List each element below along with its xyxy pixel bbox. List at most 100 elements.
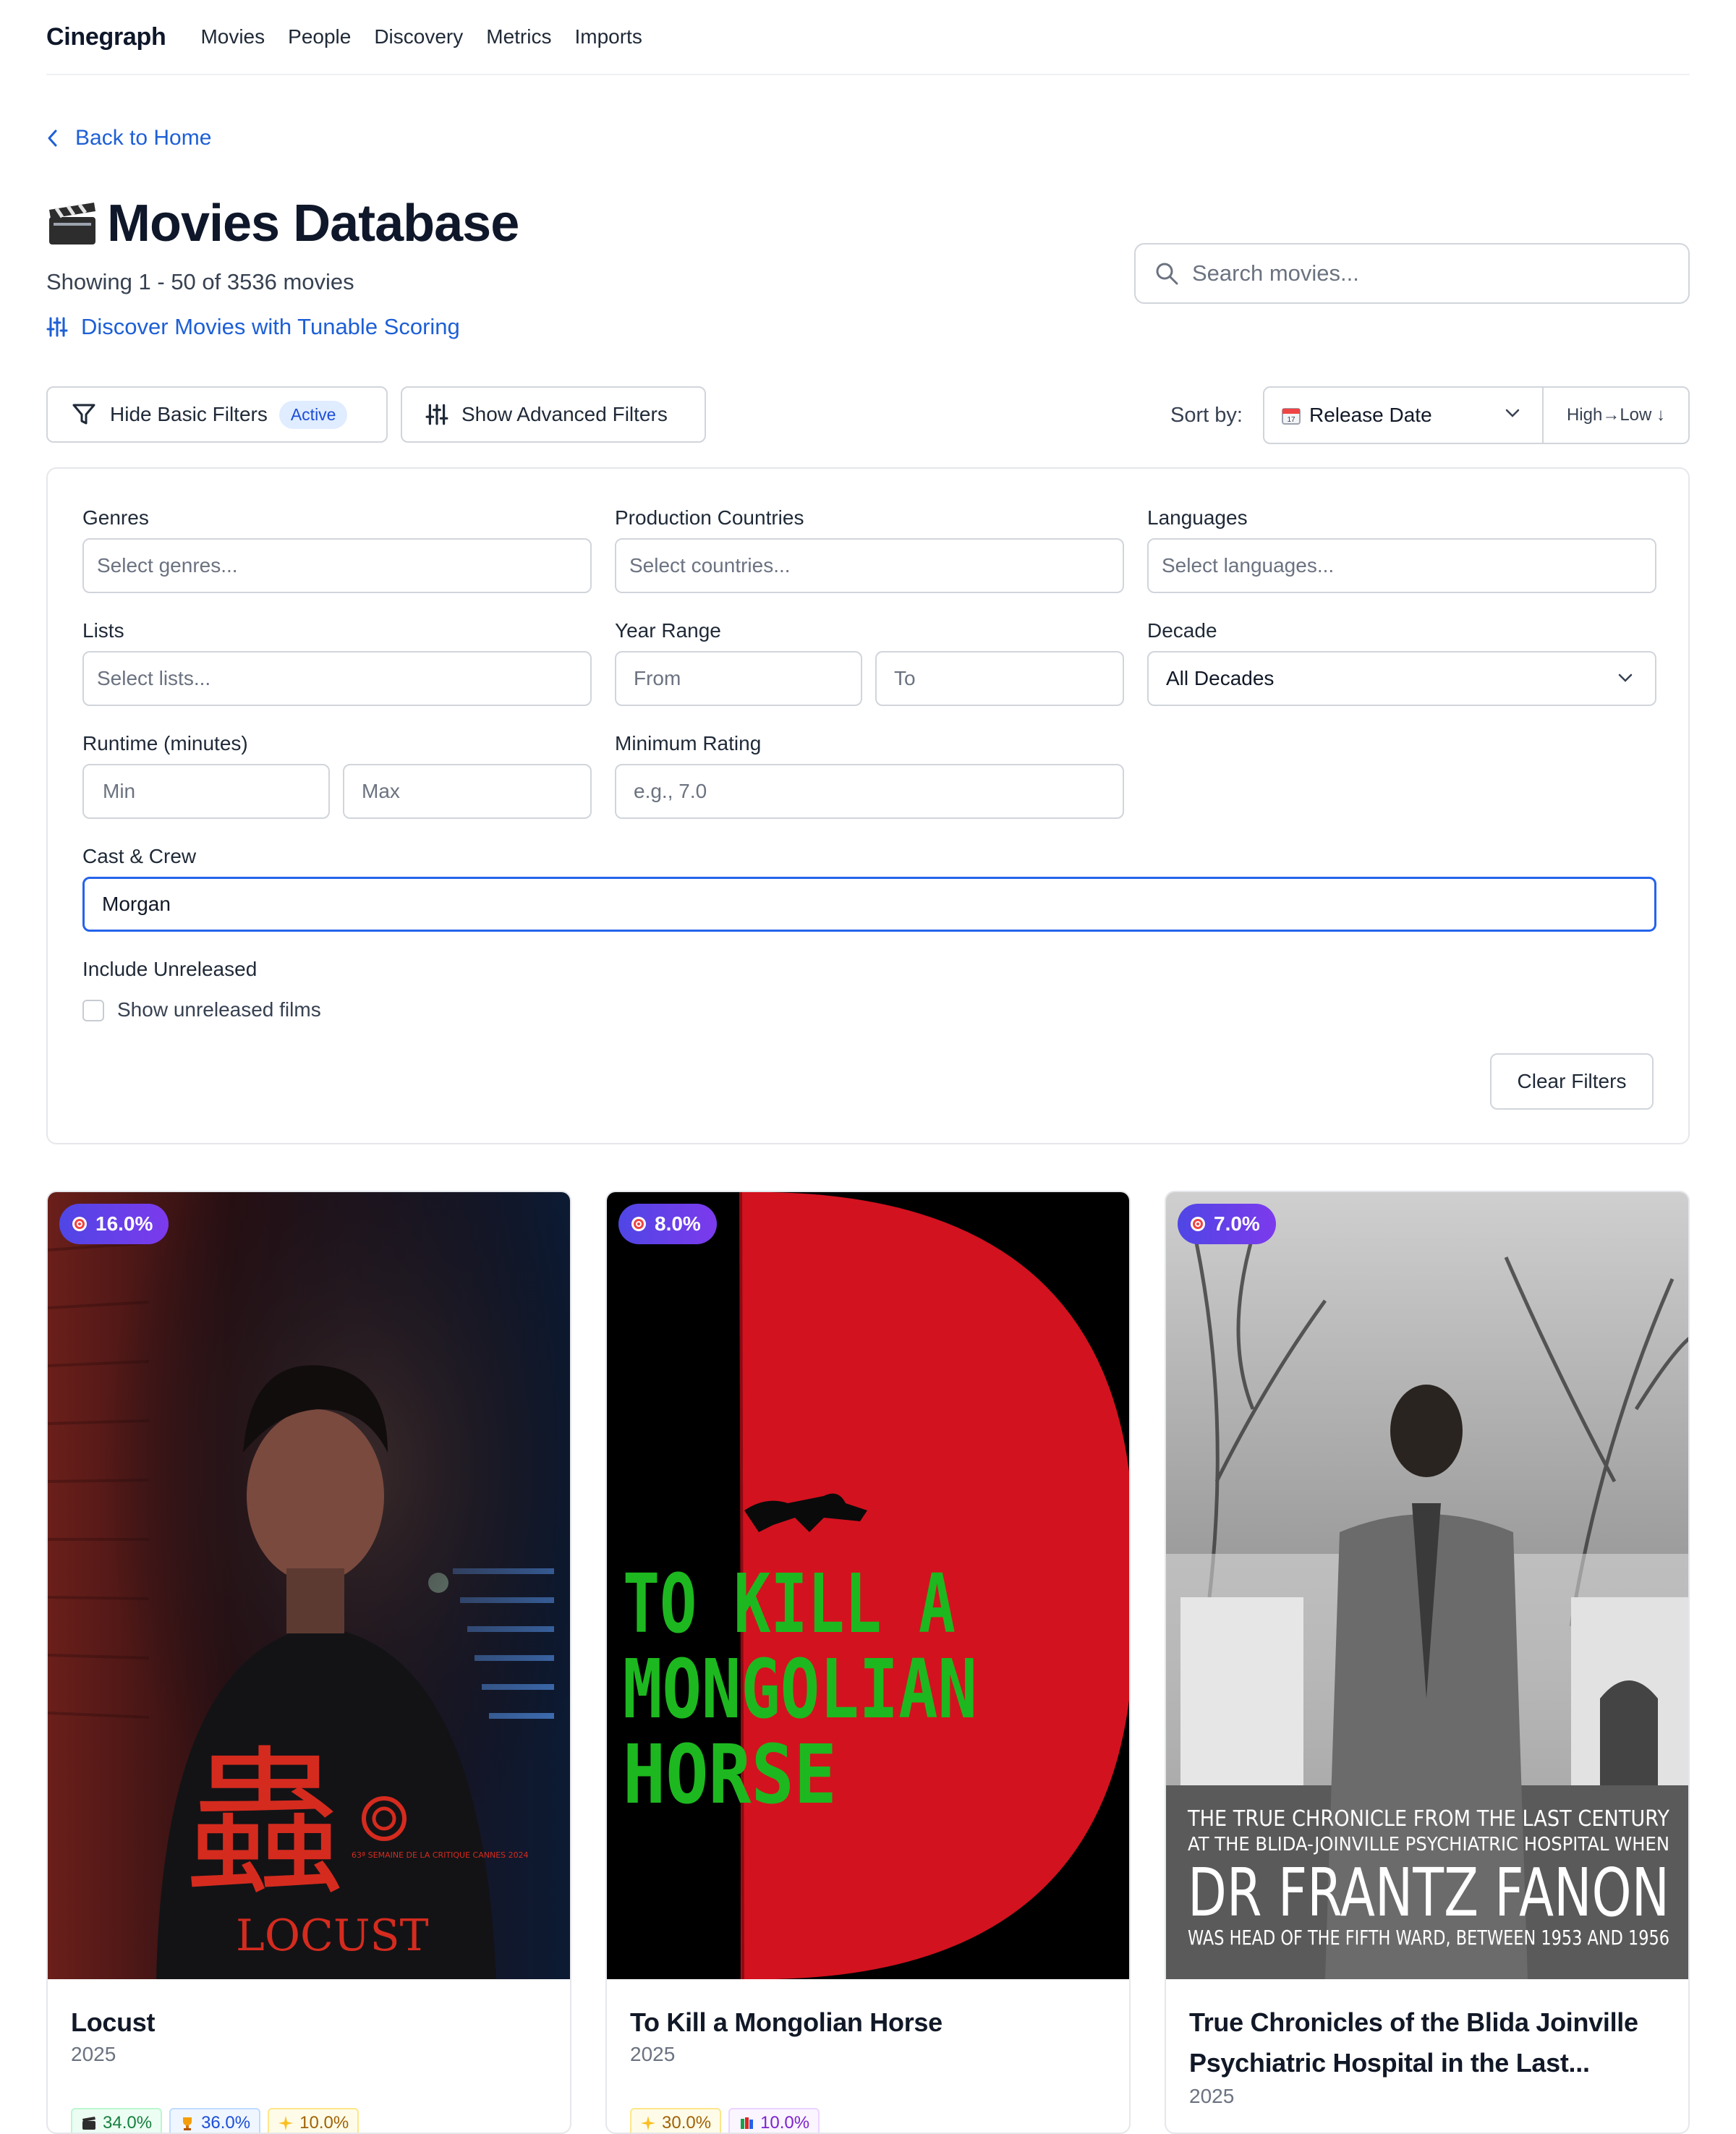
movie-title[interactable]: Locust (71, 2002, 556, 2043)
metric-chips: 30.0% 10.0% (630, 2108, 827, 2133)
countries-select[interactable]: Select countries... (615, 538, 1124, 593)
poster-line2: AT THE BLIDA-JOINVILLE PSYCHIATRIC HOSPI… (1188, 1834, 1669, 1855)
filter-icon (72, 404, 95, 425)
score-value: 16.0% (95, 1212, 153, 1235)
runtime-label: Runtime (minutes) (82, 732, 248, 754)
metric-chip: 10.0% (728, 2108, 820, 2133)
sort-label: Sort by: (1170, 404, 1243, 427)
movie-poster[interactable]: THE TRUE CHRONICLE FROM THE LAST CENTURY… (1166, 1192, 1688, 1979)
clear-filters-button[interactable]: Clear Filters (1490, 1053, 1654, 1110)
metric-chip: 36.0% (169, 2108, 261, 2133)
lists-label: Lists (82, 619, 124, 642)
decade-label: Decade (1147, 619, 1217, 642)
year-from-input[interactable]: From (615, 651, 862, 706)
movie-card[interactable]: 蟲 LOCUST 63ª SEMAINE DE LA CRITIQUE CANN… (46, 1191, 571, 2134)
nav-link-metrics[interactable]: Metrics (486, 25, 551, 48)
year-from-placeholder: From (634, 667, 681, 689)
books-icon (741, 2117, 754, 2129)
active-badge: Active (278, 400, 348, 429)
movie-card[interactable]: THE TRUE CHRONICLE FROM THE LAST CENTURY… (1165, 1191, 1690, 2134)
chevron-left-icon (48, 129, 57, 147)
sort-direction-label: High→Low ↓ (1566, 405, 1666, 425)
page-heading: Movies Database (107, 195, 519, 252)
nav-link-people[interactable]: People (288, 25, 351, 48)
sort-control: 17 Release Date High→Low ↓ (1263, 386, 1690, 444)
nav-link-discovery[interactable]: Discovery (374, 25, 463, 48)
trophy-icon (183, 2117, 192, 2130)
metric-chips: 34.0% 36.0% 10.0% (71, 2108, 366, 2133)
poster-title-text: LOCUST (236, 1910, 429, 1961)
genres-select[interactable]: Select genres... (82, 538, 592, 593)
target-icon (631, 1217, 646, 1231)
chevron-down-icon (1618, 673, 1633, 682)
poster-title-line2: MONGOLIAN (623, 1643, 977, 1737)
year-range-label: Year Range (615, 619, 721, 642)
metric-value: 30.0% (662, 2113, 712, 2133)
languages-placeholder: Select languages... (1162, 554, 1335, 577)
poster-mongolian-horse: TO KILL A MONGOLIAN HORSE (607, 1192, 1129, 1979)
results-count: Showing 1 - 50 of 3536 movies (46, 269, 354, 294)
show-advanced-filters-button[interactable]: Show Advanced Filters (401, 386, 706, 443)
unreleased-label: Include Unreleased (82, 958, 258, 980)
movie-card[interactable]: TO KILL A MONGOLIAN HORSE 8.0% To Kill a… (605, 1191, 1131, 2134)
poster-line4: WAS HEAD OF THE FIFTH WARD, BETWEEN 1953… (1188, 1926, 1669, 1950)
sliders-icon (425, 404, 448, 425)
cast-crew-input[interactable]: Morgan (82, 877, 1656, 932)
movie-title[interactable]: True Chronicles of the Blida Joinville P… (1189, 2002, 1674, 2083)
decade-select[interactable]: All Decades (1147, 651, 1656, 706)
runtime-min-placeholder: Min (103, 780, 136, 802)
lists-select[interactable]: Select lists... (82, 651, 592, 706)
runtime-min-input[interactable]: Min (82, 764, 330, 819)
poster-line3: DR FRANTZ FANON (1188, 1854, 1669, 1931)
metric-value: 34.0% (103, 2113, 153, 2133)
discover-tunable-link[interactable]: Discover Movies with Tunable Scoring (46, 314, 460, 340)
year-to-input[interactable]: To (875, 651, 1124, 706)
score-badge: 8.0% (618, 1204, 717, 1244)
discover-label: Discover Movies with Tunable Scoring (81, 314, 460, 339)
unreleased-checkbox-label[interactable]: Show unreleased films (117, 998, 321, 1021)
sort-direction-toggle[interactable]: High→Low ↓ (1544, 388, 1688, 443)
movie-title[interactable]: To Kill a Mongolian Horse (630, 2002, 1115, 2043)
languages-label: Languages (1147, 506, 1248, 529)
poster-title-line1: TO KILL A (623, 1557, 956, 1651)
cast-crew-label: Cast & Crew (82, 845, 197, 867)
hide-basic-filters-button[interactable]: Hide Basic Filters Active (46, 386, 388, 443)
poster-true-chronicles: THE TRUE CHRONICLE FROM THE LAST CENTURY… (1166, 1192, 1688, 1979)
min-rating-placeholder: e.g., 7.0 (634, 780, 707, 802)
runtime-max-input[interactable]: Max (343, 764, 592, 819)
metric-chip: 10.0% (268, 2108, 359, 2133)
top-nav: Cinegraph Movies People Discovery Metric… (46, 0, 1690, 75)
nav-link-movies[interactable]: Movies (200, 25, 265, 48)
chevron-down-icon (1505, 409, 1520, 417)
languages-select[interactable]: Select languages... (1147, 538, 1656, 593)
sort-value: Release Date (1309, 404, 1432, 426)
movie-year: 2025 (71, 2043, 116, 2065)
lists-placeholder: Select lists... (97, 667, 211, 689)
unreleased-checkbox[interactable] (82, 1000, 104, 1021)
search-input[interactable] (1192, 260, 1655, 286)
page-title: Movies Database (46, 194, 519, 253)
calendar-icon: 17 (1282, 408, 1301, 425)
nav-link-imports[interactable]: Imports (574, 25, 642, 48)
decade-value: All Decades (1166, 667, 1275, 689)
sort-select[interactable]: 17 Release Date (1264, 388, 1544, 443)
poster-title-line3: HORSE (623, 1728, 837, 1822)
runtime-max-placeholder: Max (362, 780, 400, 802)
movie-poster[interactable]: 蟲 LOCUST 63ª SEMAINE DE LA CRITIQUE CANN… (48, 1192, 570, 1979)
min-rating-input[interactable]: e.g., 7.0 (615, 764, 1124, 819)
clapperboard-icon (49, 203, 95, 245)
brand-logo[interactable]: Cinegraph (46, 23, 166, 51)
back-label: Back to Home (75, 126, 212, 150)
search-icon (1156, 263, 1178, 285)
movie-poster[interactable]: TO KILL A MONGOLIAN HORSE 8.0% (607, 1192, 1129, 1979)
cast-crew-value: Morgan (102, 893, 171, 915)
score-value: 8.0% (655, 1212, 701, 1235)
hide-basic-label: Hide Basic Filters (110, 403, 268, 425)
back-to-home-link[interactable]: Back to Home (46, 126, 211, 150)
target-icon (72, 1217, 87, 1231)
countries-placeholder: Select countries... (629, 554, 791, 577)
metric-chip: 30.0% (630, 2108, 722, 2133)
genres-placeholder: Select genres... (97, 554, 238, 577)
metric-value: 36.0% (201, 2113, 251, 2133)
metric-value: 10.0% (760, 2113, 810, 2133)
